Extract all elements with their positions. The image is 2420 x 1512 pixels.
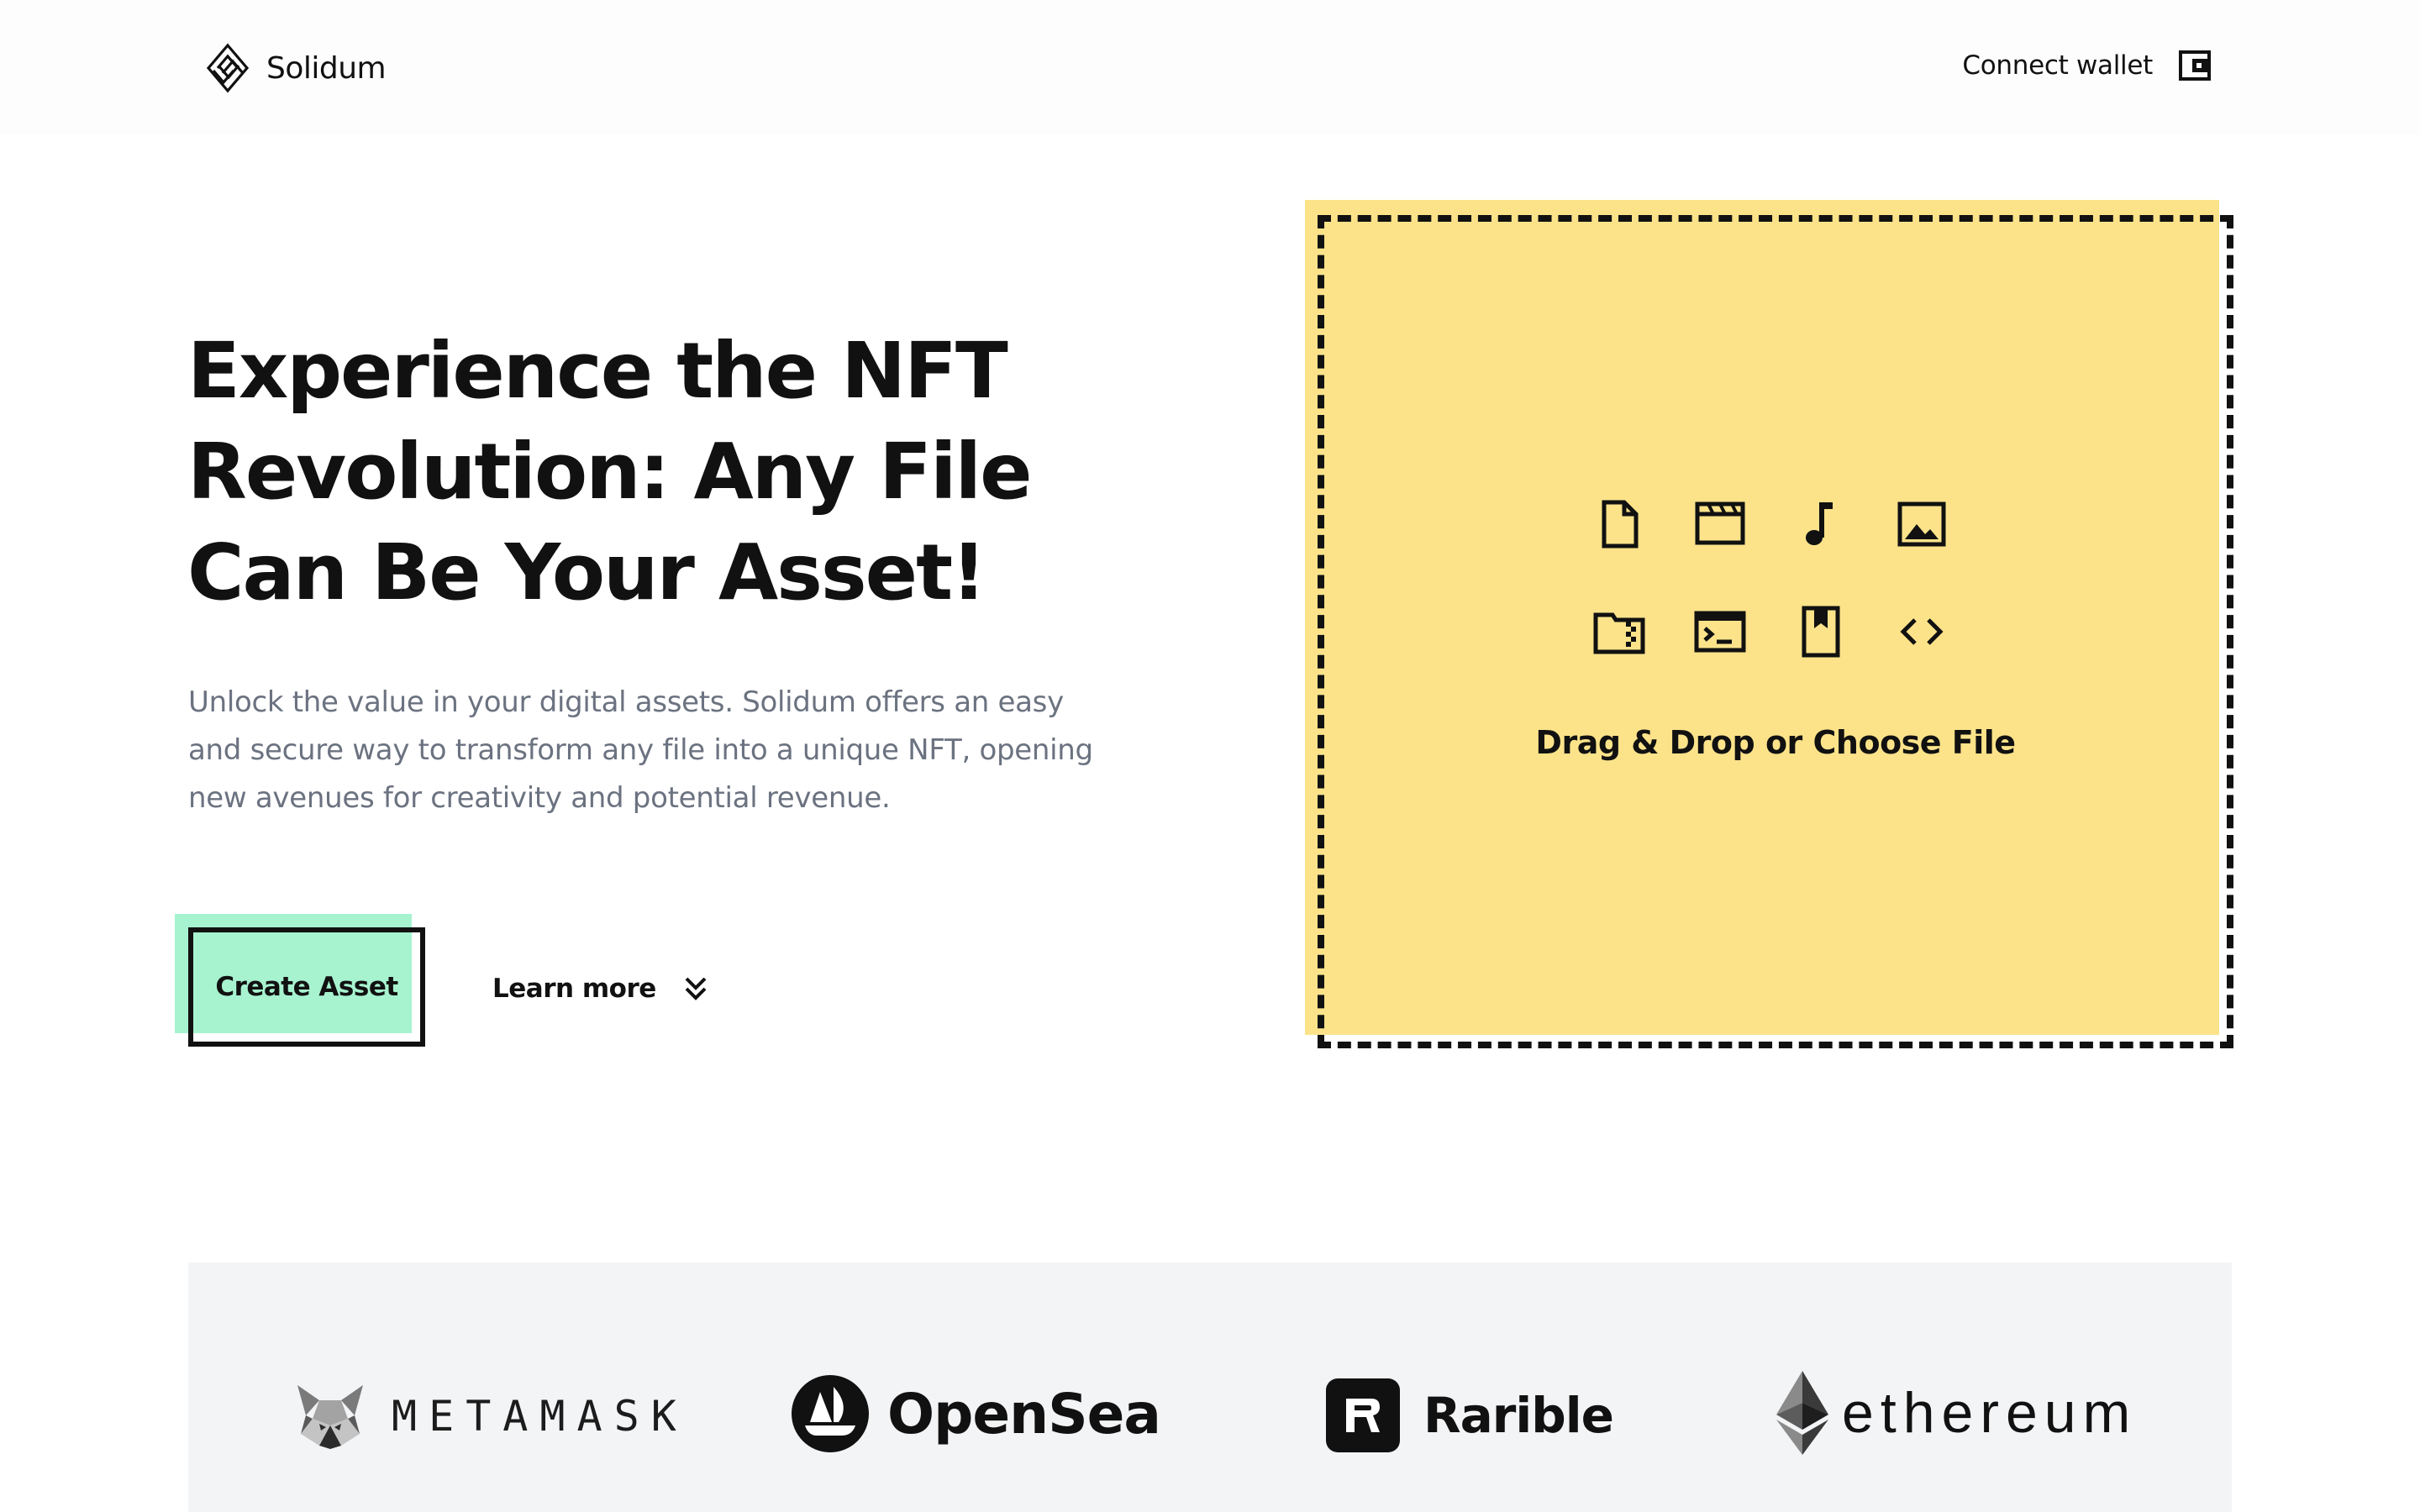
document-icon: [1602, 500, 1639, 549]
learn-more-button[interactable]: Learn more: [492, 968, 708, 1010]
metamask-logo: METAMASK: [294, 1380, 688, 1452]
metamask-fox-icon: [297, 1385, 363, 1449]
create-asset-button[interactable]: Create Asset: [188, 927, 425, 1047]
brand-logo[interactable]: Solidum: [206, 42, 387, 94]
code-icon: [1900, 618, 1944, 645]
hero-description: Unlock the value in your digital assets.…: [188, 685, 1093, 815]
partners-strip: METAMASK OpenSea Rarible ethereum: [188, 1263, 2232, 1512]
rarible-wordmark: Rarible: [1423, 1387, 1614, 1444]
ethereum-diamond-icon: [1776, 1371, 1828, 1455]
brand-name: Solidum: [266, 50, 387, 86]
double-chevron-down-icon: [685, 977, 707, 1000]
terminal-icon: [1694, 611, 1746, 653]
dropzone-label: Drag & Drop or Choose File: [1535, 724, 2016, 761]
learn-more-label: Learn more: [492, 974, 656, 1004]
hero-title: Experience the NFT Revolution: Any File …: [187, 326, 1033, 617]
image-icon: [1897, 501, 1946, 547]
opensea-ship-icon: [792, 1375, 869, 1452]
opensea-wordmark: OpenSea: [887, 1381, 1161, 1446]
ethereum-logo: ethereum: [1775, 1368, 2137, 1457]
solidum-logo-icon: [206, 43, 250, 93]
rarible-r-icon: [1326, 1378, 1400, 1452]
connect-wallet-label: Connect wallet: [1962, 50, 2153, 81]
wallet-icon: [2179, 50, 2211, 81]
ethereum-wordmark: ethereum: [1842, 1381, 2138, 1445]
site-header: Solidum Connect wallet: [0, 0, 2420, 134]
archive-icon: [1593, 612, 1645, 654]
connect-wallet-button[interactable]: Connect wallet: [1962, 49, 2212, 82]
opensea-logo: OpenSea: [790, 1372, 1161, 1456]
file-type-icons: [1592, 497, 1962, 665]
video-icon: [1695, 501, 1745, 545]
music-icon: [1806, 502, 1833, 545]
metamask-wordmark: METAMASK: [392, 1392, 688, 1441]
bookmark-icon: [1802, 606, 1840, 658]
rarible-logo: Rarible: [1324, 1377, 1614, 1454]
create-asset-label: Create Asset: [215, 972, 398, 1002]
